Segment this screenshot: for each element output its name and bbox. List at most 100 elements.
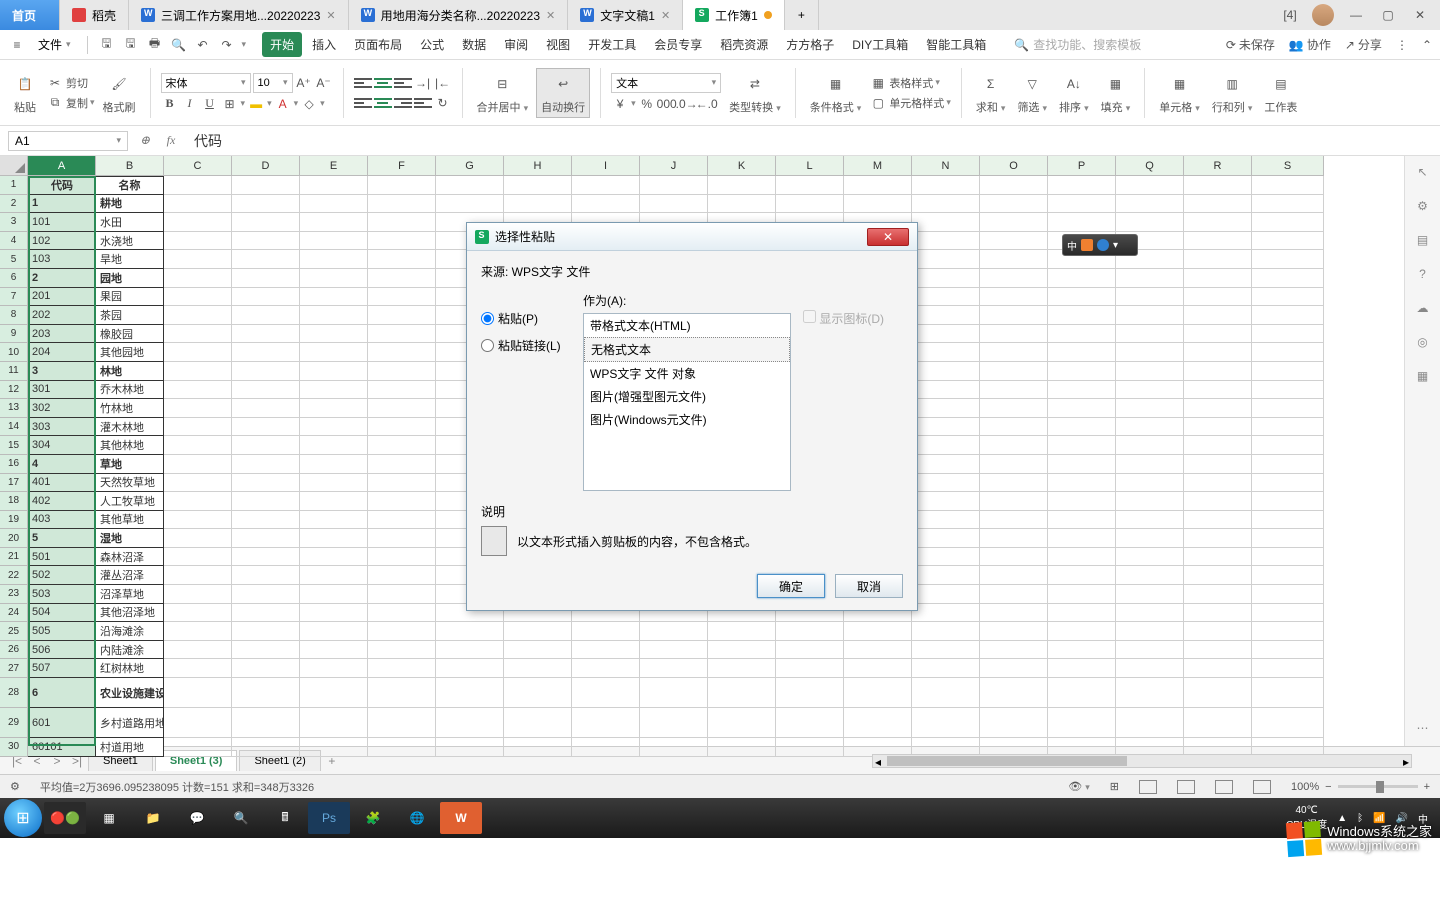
cell-E30[interactable] [300, 738, 368, 757]
cell-G29[interactable] [436, 708, 504, 738]
cell-B8[interactable]: 茶园 [96, 306, 164, 325]
cell-B2[interactable]: 耕地 [96, 195, 164, 214]
cell-E7[interactable] [300, 288, 368, 307]
align-middle-icon[interactable] [374, 76, 392, 90]
underline-button[interactable]: U [201, 95, 219, 113]
cell-R19[interactable] [1184, 511, 1252, 530]
cell-O8[interactable] [980, 306, 1048, 325]
col-header-G[interactable]: G [436, 156, 504, 176]
cell-A17[interactable]: 401 [28, 474, 96, 493]
radio-paste[interactable]: 粘贴(P) [481, 310, 571, 327]
cell-K1[interactable] [708, 176, 776, 195]
row-header-4[interactable]: 4 [0, 232, 28, 251]
print-icon[interactable]: 🖶 [146, 36, 164, 54]
cell-R24[interactable] [1184, 604, 1252, 623]
cell-N28[interactable] [912, 678, 980, 708]
cell-R16[interactable] [1184, 455, 1252, 474]
col-header-F[interactable]: F [368, 156, 436, 176]
cell-Q26[interactable] [1116, 641, 1184, 660]
cell-S5[interactable] [1252, 250, 1324, 269]
cell-I2[interactable] [572, 195, 640, 214]
cells-button[interactable]: ▦单元格 ▾ [1155, 71, 1204, 115]
row-header-11[interactable]: 11 [0, 362, 28, 381]
autowrap-button[interactable]: ↩ 自动换行 [536, 68, 590, 118]
cell-A5[interactable]: 103 [28, 250, 96, 269]
cell-S24[interactable] [1252, 604, 1324, 623]
row-header-27[interactable]: 27 [0, 659, 28, 678]
cell-C17[interactable] [164, 474, 232, 493]
cell-A25[interactable]: 505 [28, 622, 96, 641]
cell-O25[interactable] [980, 622, 1048, 641]
cell-C24[interactable] [164, 604, 232, 623]
cell-B20[interactable]: 湿地 [96, 529, 164, 548]
row-header-3[interactable]: 3 [0, 213, 28, 232]
cell-S8[interactable] [1252, 306, 1324, 325]
cell-N16[interactable] [912, 455, 980, 474]
cell-C25[interactable] [164, 622, 232, 641]
cell-P27[interactable] [1048, 659, 1116, 678]
avatar[interactable] [1312, 4, 1334, 26]
cell-C7[interactable] [164, 288, 232, 307]
worksheet-button[interactable]: ▤工作表 [1260, 71, 1301, 115]
paste-as-list[interactable]: 带格式文本(HTML) 无格式文本 WPS文字 文件 对象 图片(增强型图元文件… [583, 313, 791, 491]
italic-button[interactable]: I [181, 95, 199, 113]
cell-L27[interactable] [776, 659, 844, 678]
tab-doc1[interactable]: 三调工作方案用地...20220223✕ [129, 0, 349, 30]
col-header-R[interactable]: R [1184, 156, 1252, 176]
cell-F1[interactable] [368, 176, 436, 195]
row-header-28[interactable]: 28 [0, 678, 28, 708]
task-chrome[interactable]: 🌐 [396, 802, 438, 834]
list-item[interactable]: 带格式文本(HTML) [584, 314, 790, 337]
cell-S10[interactable] [1252, 343, 1324, 362]
cell-I26[interactable] [572, 641, 640, 660]
close-button[interactable]: ✕ [1410, 5, 1430, 25]
cell-N14[interactable] [912, 418, 980, 437]
cell-B29[interactable]: 乡村道路用地 [96, 708, 164, 738]
ime-mode[interactable]: 中 [1067, 238, 1077, 253]
cell-F13[interactable] [368, 399, 436, 418]
cell-C21[interactable] [164, 548, 232, 567]
cell-L26[interactable] [776, 641, 844, 660]
cell-P21[interactable] [1048, 548, 1116, 567]
cell-C5[interactable] [164, 250, 232, 269]
dialog-close-button[interactable]: ✕ [867, 228, 909, 246]
cell-P9[interactable] [1048, 325, 1116, 344]
cell-S7[interactable] [1252, 288, 1324, 307]
cell-D28[interactable] [232, 678, 300, 708]
target-icon[interactable]: ◎ [1413, 332, 1433, 352]
orientation-icon[interactable]: ↻ [434, 94, 452, 112]
cell-R21[interactable] [1184, 548, 1252, 567]
formatpainter-group[interactable]: 🖌 格式刷 [99, 71, 140, 115]
cell-R27[interactable] [1184, 659, 1252, 678]
cell-A7[interactable]: 201 [28, 288, 96, 307]
cell-A26[interactable]: 506 [28, 641, 96, 660]
cell-O21[interactable] [980, 548, 1048, 567]
cell-O4[interactable] [980, 232, 1048, 251]
row-header-1[interactable]: 1 [0, 176, 28, 195]
cell-A10[interactable]: 204 [28, 343, 96, 362]
cell-D11[interactable] [232, 362, 300, 381]
cell-F15[interactable] [368, 436, 436, 455]
cell-F24[interactable] [368, 604, 436, 623]
cell-S19[interactable] [1252, 511, 1324, 530]
cell-A28[interactable]: 6 [28, 678, 96, 708]
cell-R23[interactable] [1184, 585, 1252, 604]
cell-D25[interactable] [232, 622, 300, 641]
cell-N29[interactable] [912, 708, 980, 738]
cell-Q25[interactable] [1116, 622, 1184, 641]
cell-F16[interactable] [368, 455, 436, 474]
decrease-font-icon[interactable]: A⁻ [315, 74, 333, 92]
task-photoshop[interactable]: Ps [308, 802, 350, 834]
cell-B3[interactable]: 水田 [96, 213, 164, 232]
cell-F22[interactable] [368, 566, 436, 585]
row-header-6[interactable]: 6 [0, 269, 28, 288]
cell-F17[interactable] [368, 474, 436, 493]
cell-N1[interactable] [912, 176, 980, 195]
name-box[interactable]: A1▾ [8, 131, 128, 151]
cell-D3[interactable] [232, 213, 300, 232]
scroll-thumb[interactable] [887, 756, 1127, 766]
cell-J25[interactable] [640, 622, 708, 641]
cell-G30[interactable] [436, 738, 504, 757]
cell-Q24[interactable] [1116, 604, 1184, 623]
cell-B25[interactable]: 沿海滩涂 [96, 622, 164, 641]
